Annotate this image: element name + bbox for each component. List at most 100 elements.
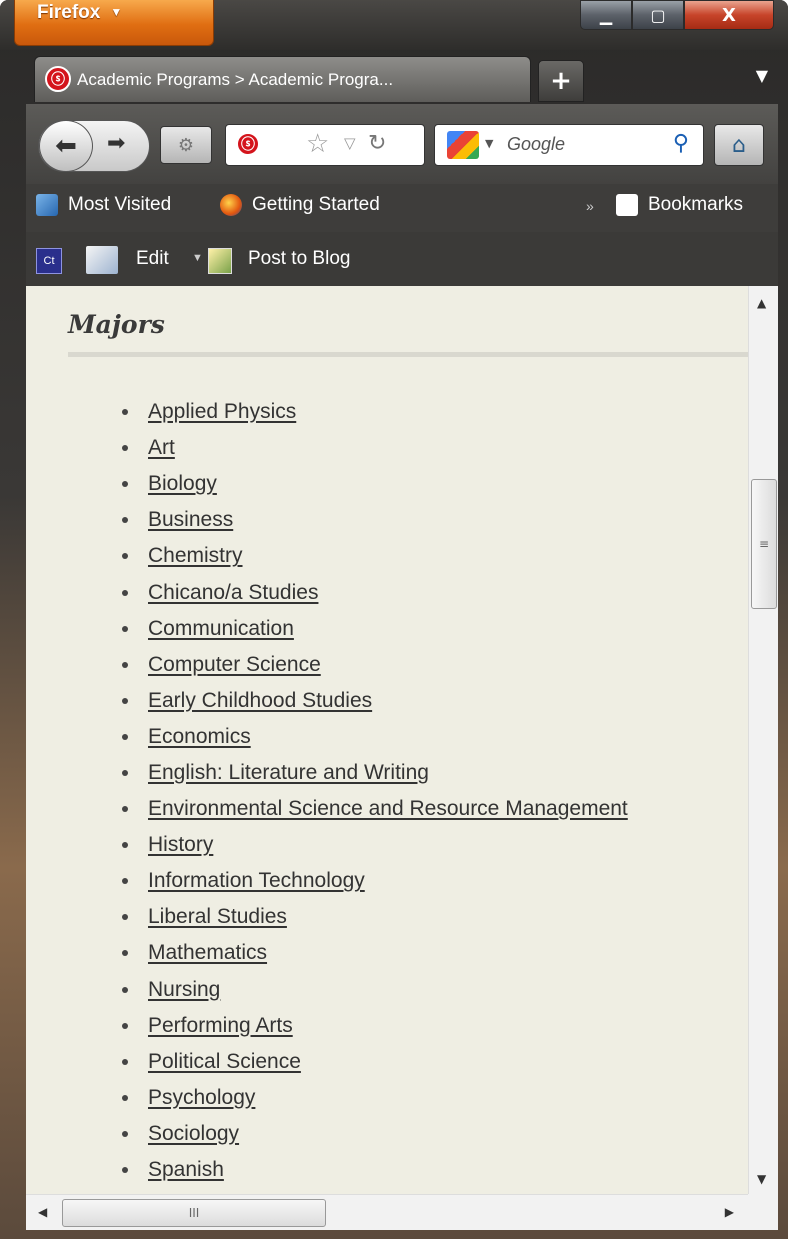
list-item: Computer Science: [122, 647, 628, 683]
major-link[interactable]: Biology: [148, 472, 217, 496]
reload-icon[interactable]: ↻: [368, 131, 386, 156]
list-item: Sociology: [122, 1116, 628, 1152]
vertical-scroll-thumb[interactable]: ≡: [751, 479, 777, 609]
major-link[interactable]: English: Literature and Writing: [148, 761, 429, 785]
bullet-icon: [122, 950, 128, 957]
bullet-icon: [122, 1094, 128, 1101]
most-visited-icon: [36, 194, 58, 216]
star-icon[interactable]: ☆: [306, 129, 329, 159]
new-tab-button[interactable]: +: [538, 60, 584, 102]
horizontal-scroll-thumb[interactable]: III: [62, 1199, 326, 1227]
bullet-icon: [122, 769, 128, 776]
bullet-icon: [122, 625, 128, 632]
maximize-button[interactable]: ▢: [632, 0, 684, 30]
bookmarks-overflow-icon[interactable]: »: [586, 198, 594, 214]
list-item: Liberal Studies: [122, 899, 628, 935]
home-icon: ⌂: [732, 132, 746, 158]
firefox-menu-label: Firefox: [37, 2, 101, 23]
major-link[interactable]: Art: [148, 436, 175, 460]
scroll-right-icon[interactable]: ▶: [725, 1205, 734, 1219]
scroll-up-icon[interactable]: ▲: [757, 296, 766, 310]
major-link[interactable]: Communication: [148, 617, 294, 641]
firefox-menu-button[interactable]: Firefox ▼: [14, 0, 214, 46]
major-link[interactable]: Psychology: [148, 1086, 255, 1110]
bookmark-getting-started[interactable]: Getting Started: [220, 194, 380, 216]
major-link[interactable]: Mathematics: [148, 941, 267, 965]
history-dropdown-icon[interactable]: ▽: [344, 134, 356, 152]
bullet-icon: [122, 553, 128, 560]
major-link[interactable]: Liberal Studies: [148, 905, 287, 929]
tab-title: Academic Programs > Academic Progra...: [77, 69, 394, 89]
bullet-icon: [122, 1022, 128, 1029]
google-icon[interactable]: [447, 131, 479, 159]
home-button[interactable]: ⌂: [714, 124, 764, 166]
list-item: Performing Arts: [122, 1008, 628, 1044]
major-link[interactable]: Computer Science: [148, 653, 321, 677]
bullet-icon: [122, 806, 128, 813]
list-item: Spanish: [122, 1152, 628, 1188]
major-link[interactable]: Applied Physics: [148, 400, 296, 424]
scroll-down-icon[interactable]: ▼: [757, 1172, 766, 1186]
bullet-icon: [122, 589, 128, 596]
blog-icon[interactable]: [208, 248, 232, 274]
major-link[interactable]: Nursing: [148, 978, 220, 1002]
heading-divider: [68, 352, 748, 357]
bookmark-label: Getting Started: [252, 194, 380, 215]
bookmarks-menu-button[interactable]: Bookmarks: [616, 194, 743, 216]
bullet-icon: [122, 517, 128, 524]
major-link[interactable]: Business: [148, 508, 233, 532]
bullet-icon: [122, 409, 128, 416]
bullet-icon: [122, 914, 128, 921]
major-link[interactable]: Economics: [148, 725, 251, 749]
major-link[interactable]: History: [148, 833, 213, 857]
minimize-button[interactable]: ▁: [580, 0, 632, 30]
bookmarks-toolbar: Most Visited Getting Started » Bookmarks: [26, 184, 778, 232]
horizontal-scrollbar[interactable]: ◀ III ▶: [26, 1194, 748, 1230]
bullet-icon: [122, 1130, 128, 1137]
tab-academic-programs[interactable]: ⓢ Academic Programs > Academic Progra...: [34, 56, 531, 102]
list-item: Information Technology: [122, 863, 628, 899]
bullet-icon: [122, 878, 128, 885]
major-link[interactable]: Information Technology: [148, 869, 365, 893]
list-item: Psychology: [122, 1080, 628, 1116]
major-link[interactable]: Spanish: [148, 1158, 224, 1182]
search-input[interactable]: Google: [507, 134, 565, 155]
major-link[interactable]: Performing Arts: [148, 1014, 293, 1038]
search-bar[interactable]: ▼ Google ⚲: [434, 124, 704, 166]
edit-button[interactable]: Edit: [136, 248, 169, 270]
chevron-down-icon[interactable]: ▼: [192, 252, 203, 264]
bookmark-label: Most Visited: [68, 194, 172, 215]
forward-button[interactable]: ➡: [107, 131, 125, 156]
page-title: Majors: [68, 310, 165, 339]
back-button[interactable]: ⬅: [39, 120, 93, 172]
list-item: English: Literature and Writing: [122, 755, 628, 791]
major-link[interactable]: Early Childhood Studies: [148, 689, 372, 713]
list-item: Mathematics: [122, 935, 628, 971]
scroll-left-icon[interactable]: ◀: [38, 1205, 47, 1219]
ct-button[interactable]: Ct: [36, 248, 62, 274]
vertical-scrollbar[interactable]: ▲ ≡ ▼: [748, 286, 778, 1194]
major-link[interactable]: Sociology: [148, 1122, 239, 1146]
back-forward-group: ⬅ ➡: [38, 120, 150, 172]
major-link[interactable]: Chemistry: [148, 544, 243, 568]
scrollbar-corner: [748, 1194, 778, 1230]
url-bar[interactable]: ⓢ ☆ ▽ ↻: [225, 124, 425, 166]
list-all-tabs-icon[interactable]: ▼: [756, 66, 768, 85]
bookmarks-icon: [616, 194, 638, 216]
major-link[interactable]: Political Science: [148, 1050, 301, 1074]
window-controls: ▁ ▢ X: [580, 0, 774, 32]
site-identity-icon[interactable]: ⓢ: [236, 132, 260, 156]
tab-strip: ⓢ Academic Programs > Academic Progra...…: [26, 56, 778, 104]
search-icon[interactable]: ⚲: [673, 131, 689, 156]
bookmark-most-visited[interactable]: Most Visited: [36, 194, 171, 216]
close-button[interactable]: X: [684, 0, 774, 30]
bullet-icon: [122, 986, 128, 993]
forward-icon: ➡: [107, 131, 126, 156]
post-to-blog-button[interactable]: Post to Blog: [248, 248, 350, 270]
addon-button[interactable]: ⚙: [160, 126, 212, 164]
plus-icon: +: [550, 66, 572, 96]
edit-icon[interactable]: [86, 246, 118, 274]
major-link[interactable]: Chicano/a Studies: [148, 581, 318, 605]
major-link[interactable]: Environmental Science and Resource Manag…: [148, 797, 628, 821]
chevron-down-icon[interactable]: ▼: [485, 137, 493, 150]
